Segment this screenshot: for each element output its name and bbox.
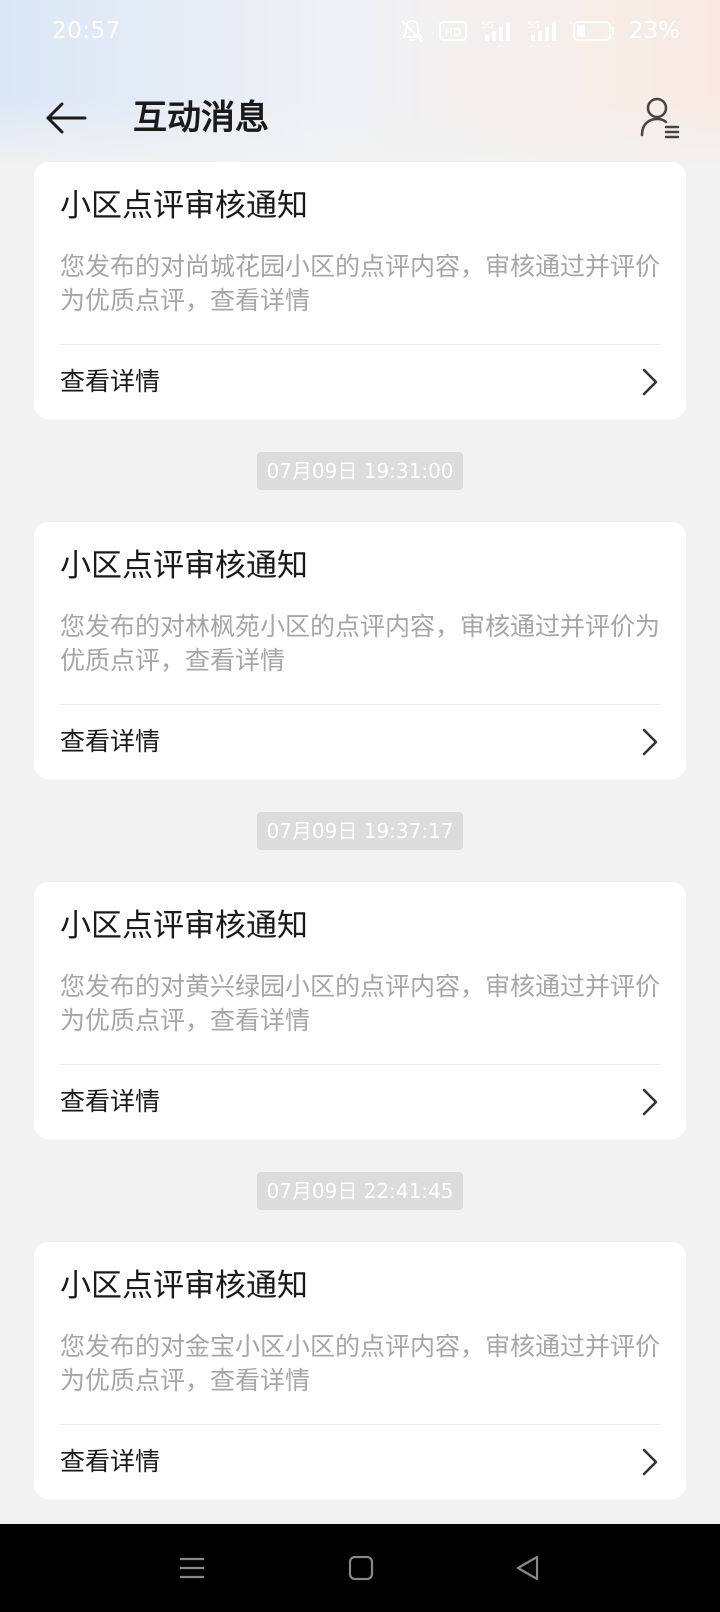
profile-button[interactable]: [632, 88, 688, 146]
status-icons: HD 5G 5G 23%: [399, 18, 680, 44]
back-triangle-icon: [516, 1555, 539, 1581]
view-details-link[interactable]: 查看详情: [34, 1425, 686, 1499]
chevron-right-icon: [642, 368, 658, 396]
svg-text:HD: HD: [445, 26, 462, 39]
timestamp-row: 07月09日 19:31:00: [34, 419, 686, 522]
notification-card: 小区点评审核通知 您发布的对黄兴绿园小区的点评内容，审核通过并评价为优质点评，查…: [34, 882, 686, 1139]
page-title: 互动消息: [133, 98, 269, 138]
chevron-right-icon: [642, 1448, 658, 1476]
nav-back-button[interactable]: [506, 1546, 550, 1590]
notification-body: 您发布的对尚城花园小区的点评内容，审核通过并评价为优质点评，查看详情: [60, 252, 661, 315]
view-details-link[interactable]: 查看详情: [34, 345, 686, 419]
notification-card: 小区点评审核通知 您发布的对金宝小区小区的点评内容，审核通过并评价为优质点评，查…: [34, 1242, 686, 1499]
signal-5g-icon: 5G: [481, 21, 510, 41]
view-details-label: 查看详情: [60, 1087, 161, 1116]
view-details-label: 查看详情: [60, 727, 161, 756]
timestamp-badge: 07月09日 19:31:00: [257, 451, 463, 490]
arrow-left-icon: [46, 102, 87, 134]
view-details-label: 查看详情: [60, 1447, 161, 1476]
svg-text:5G: 5G: [527, 21, 540, 31]
hd-icon: HD: [438, 21, 467, 41]
notification-body: 您发布的对黄兴绿园小区的点评内容，审核通过并评价为优质点评，查看详情: [60, 972, 661, 1035]
notification-title: 小区点评审核通知: [60, 908, 308, 944]
view-details-label: 查看详情: [60, 367, 161, 396]
notification-title: 小区点评审核通知: [60, 548, 308, 584]
notification-body: 您发布的对林枫苑小区的点评内容，审核通过并评价为优质点评，查看详情: [60, 612, 661, 675]
notification-title: 小区点评审核通知: [60, 1268, 308, 1304]
user-list-icon: [640, 97, 680, 139]
chevron-right-icon: [642, 728, 658, 756]
header: 互动消息: [0, 82, 720, 154]
message-feed: 小区点评审核通知 您发布的对尚城花园小区的点评内容，审核通过并评价为优质点评，查…: [34, 162, 686, 1499]
timestamp-row: 07月09日 19:37:17: [34, 779, 686, 882]
timestamp-badge: 07月09日 19:37:17: [257, 811, 463, 850]
timestamp-row: 07月09日 22:41:45: [34, 1139, 686, 1242]
view-details-link[interactable]: 查看详情: [34, 1065, 686, 1139]
timestamp-badge: 07月09日 22:41:45: [257, 1171, 463, 1210]
back-button[interactable]: [38, 92, 94, 144]
home-icon: [348, 1555, 374, 1581]
menu-icon: [180, 1557, 204, 1579]
system-nav-bar: [0, 1524, 720, 1612]
notification-card: 小区点评审核通知 您发布的对尚城花园小区的点评内容，审核通过并评价为优质点评，查…: [34, 162, 686, 419]
status-bar: 20:57 HD 5G 5G 23%: [0, 0, 720, 66]
battery-icon: [572, 21, 614, 41]
notification-card: 小区点评审核通知 您发布的对林枫苑小区的点评内容，审核通过并评价为优质点评，查看…: [34, 522, 686, 779]
chevron-right-icon: [642, 1088, 658, 1116]
svg-text:5G: 5G: [481, 21, 494, 31]
battery-percentage: 23%: [628, 18, 680, 44]
notification-body: 您发布的对金宝小区小区的点评内容，审核通过并评价为优质点评，查看详情: [60, 1332, 661, 1395]
home-button[interactable]: [339, 1546, 383, 1590]
recent-apps-button[interactable]: [170, 1546, 214, 1590]
status-time: 20:57: [52, 18, 121, 44]
view-details-link[interactable]: 查看详情: [34, 705, 686, 779]
mute-icon: [400, 19, 423, 42]
notification-title: 小区点评审核通知: [60, 188, 308, 224]
signal-5g-icon: 5G: [527, 21, 556, 41]
